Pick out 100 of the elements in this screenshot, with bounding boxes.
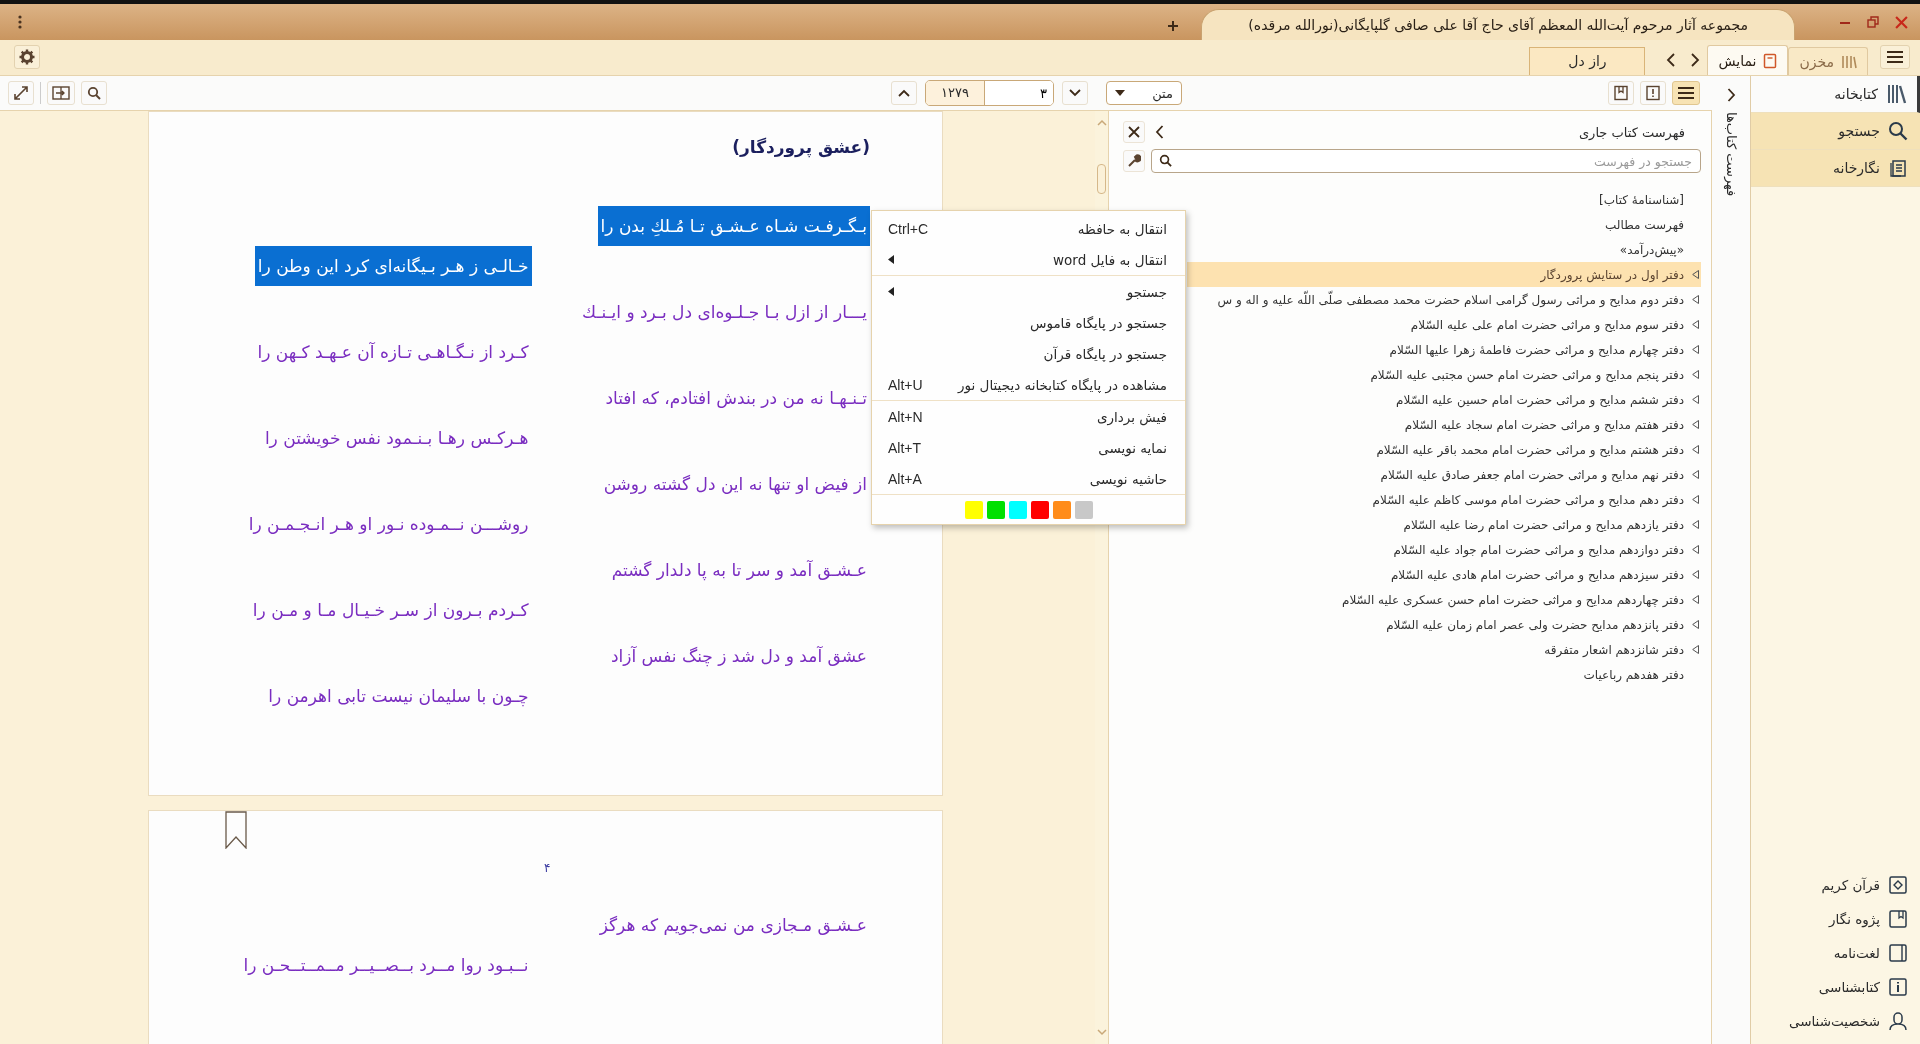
toc-item[interactable]: دفتر هشتم مدایح و مراثی حضرت امام محمد باقر علیه السّلام (1376, 437, 1701, 462)
expand-icon[interactable] (1692, 345, 1699, 354)
next-page-button[interactable] (1062, 81, 1088, 105)
person-icon (1888, 1011, 1908, 1031)
expand-icon[interactable] (1692, 495, 1699, 504)
toc-item[interactable]: دفتر سیزدهم مدایح و مراثی حضرت امام هادی علیه السّلام (1390, 562, 1701, 587)
toc-item[interactable]: دفتر چهاردهم مدایح و مراثی حضرت امام حسن عسکری علیه السّلام (1341, 587, 1701, 612)
sidebar-item[interactable]: نگارخانه (1751, 150, 1920, 187)
expand-icon[interactable] (1692, 295, 1699, 304)
close-icon (1128, 126, 1140, 138)
expand-icon[interactable] (1692, 320, 1699, 329)
search-icon (1888, 121, 1908, 141)
table-of-contents-button[interactable] (1672, 81, 1700, 105)
tab[interactable]: مخزن (1788, 47, 1868, 75)
toc-item[interactable]: دفتر اول در ستایش پروردگار (1187, 262, 1701, 287)
expand-icon[interactable] (1692, 470, 1699, 479)
color-swatch[interactable] (1052, 501, 1071, 519)
expand-icon[interactable] (1692, 370, 1699, 379)
book-exclamation-icon (1645, 85, 1661, 101)
chevron-up-icon (898, 89, 910, 97)
more-icon[interactable] (18, 15, 22, 29)
toc-item[interactable]: دفتر چهارم مدایح و مراثی حضرت فاطمۀ زهرا علیها السّلام (1389, 337, 1701, 362)
color-swatch[interactable] (1074, 501, 1093, 519)
sidebar-item[interactable]: لغت‌نامه (1751, 936, 1920, 970)
toc-item[interactable]: «پیش‌درآمد» (1619, 237, 1701, 262)
menu-item[interactable]: جستجو در پایگاه قاموس (872, 307, 1185, 338)
close-icon[interactable] (1895, 15, 1908, 29)
expand-icon[interactable] (1692, 620, 1699, 629)
verse-line: تـنـهـا نه من در بندش افتادم، که افتاد (604, 387, 868, 411)
expand-icon[interactable] (1692, 270, 1699, 279)
dictionary-icon (1888, 943, 1908, 963)
sidebar-item[interactable]: کتابخانه (1751, 76, 1920, 113)
expand-icon[interactable] (1692, 595, 1699, 604)
expand-icon[interactable] (1692, 645, 1699, 654)
color-swatch[interactable] (1008, 501, 1027, 519)
expand-icon[interactable] (1692, 395, 1699, 404)
books-panel-tab[interactable]: فهرست کتاب‌ها (1723, 112, 1739, 197)
toc-item[interactable]: دفتر هفدهم رباعیات (1583, 662, 1701, 687)
menu-icon (1886, 50, 1904, 64)
settings-button[interactable] (14, 45, 40, 69)
expand-icon (13, 85, 29, 101)
close-button[interactable] (1123, 121, 1145, 143)
book-bookmark-icon (1613, 85, 1629, 101)
chevron-right-icon[interactable] (1726, 88, 1736, 102)
toc-item[interactable]: دفتر دوازدهم مدایح و مراثی حضرت امام جواد علیه السّلام (1393, 537, 1701, 562)
sidebar-item[interactable]: جستجو (1751, 113, 1920, 150)
bookmark-button[interactable] (1608, 81, 1634, 105)
document-tab[interactable]: راز دل (1529, 47, 1646, 75)
sidebar-item[interactable]: شخصیت‌شناسی (1751, 1004, 1920, 1038)
toc-item[interactable]: فهرست مطالب (1605, 212, 1701, 237)
previous-page-button[interactable] (891, 81, 917, 105)
window-title[interactable]: مجموعه آثار مرحوم آیت‌الله المعظم آقای حاج آقا علی صافی گلپایگانی(نورالله مرقده) (1201, 8, 1795, 41)
verse-line: کـرد از نـگـاهـی تـازه آن عـهـد کـهن را (256, 341, 530, 365)
expand-icon[interactable] (1692, 570, 1699, 579)
scrollbar-thumb[interactable] (1097, 164, 1106, 194)
chevron-left-icon[interactable] (1666, 53, 1677, 67)
search-icon (87, 86, 101, 100)
toc-item[interactable]: دفتر دوم مدایح و مراثی رسول گرامی اسلام حضرت محمد مصطفی صلّی اللّه علیه و اله و س (1217, 287, 1701, 312)
menu-item[interactable]: انتقال به فایل word (872, 244, 1185, 275)
toc-item[interactable]: دفتر دهم مدایح و مراثی حضرت امام موسی کاظم علیه السّلام (1372, 487, 1701, 512)
toc-item[interactable]: دفتر شانزدهم اشعار متفرقه (1544, 637, 1701, 662)
color-swatch[interactable] (986, 501, 1005, 519)
chevron-down-icon (1069, 89, 1081, 97)
color-swatch[interactable] (964, 501, 983, 519)
wrench-icon (1127, 154, 1141, 168)
toc-item[interactable]: دفتر ششم مدایح و مراثی حضرت امام حسین علیه السّلام (1396, 387, 1701, 412)
sidebar-item[interactable]: کتابشناسی (1751, 970, 1920, 1004)
menu-button[interactable] (1880, 45, 1910, 69)
sidebar-item[interactable]: قرآن کریم (1751, 868, 1920, 902)
fullscreen-button[interactable] (8, 81, 34, 105)
search-field[interactable]: جستجو در فهرست (1151, 149, 1701, 173)
search-button[interactable] (81, 81, 107, 105)
toc-item[interactable]: دفتر سوم مدایح و مراثی حضرت امام علی علیه السّلام (1410, 312, 1701, 337)
chevron-right-icon[interactable] (1690, 53, 1701, 67)
sidebar-item[interactable]: پژوه نگار (1751, 902, 1920, 936)
compare-button[interactable] (47, 81, 75, 105)
toc-item[interactable]: دفتر هفتم مدایح و مراثی حضرت امام سجاد علیه السّلام (1404, 412, 1701, 437)
verse-line: کـردم بـرون از سـر خـیـال مـا و مـن را (251, 599, 530, 622)
plus-icon[interactable] (1167, 20, 1180, 32)
tab[interactable]: نمایش (1707, 45, 1789, 75)
expand-icon[interactable] (1692, 445, 1699, 454)
restore-icon[interactable] (1867, 16, 1879, 28)
toc-item[interactable]: [شناسنامۀ کتاب] (1599, 187, 1701, 212)
toc-item[interactable]: دفتر نهم مدایح و مراثی حضرت امام جعفر صادق علیه السّلام (1380, 462, 1701, 487)
color-swatch[interactable] (1030, 501, 1049, 519)
menu-item[interactable]: جستجو (872, 276, 1185, 307)
toc-item[interactable]: دفتر پانزدهم مدایح حضرت ولی عصر امام زمان علیه السّلام (1386, 612, 1701, 637)
expand-icon[interactable] (1692, 420, 1699, 429)
toc-item[interactable]: دفتر یازدهم مدایح و مراثی حضرت امام رضا علیه السّلام (1403, 512, 1701, 537)
expand-icon[interactable] (1692, 545, 1699, 554)
view-mode-dropdown[interactable]: متن (1106, 81, 1182, 105)
expand-icon[interactable] (1692, 520, 1699, 529)
info-icon (1888, 977, 1908, 997)
tools-button[interactable] (1123, 150, 1145, 172)
menu-item[interactable]: جستجو در پایگاه قرآن (872, 338, 1185, 369)
notes-button[interactable] (1640, 81, 1666, 105)
chevron-left-icon[interactable] (1155, 125, 1164, 139)
bookmark-book-icon (1888, 909, 1908, 929)
bookmark-icon[interactable] (225, 811, 247, 849)
toc-item[interactable]: دفتر پنجم مدایح و مراثی حضرت امام حسن مجتبی علیه السّلام (1370, 362, 1701, 387)
